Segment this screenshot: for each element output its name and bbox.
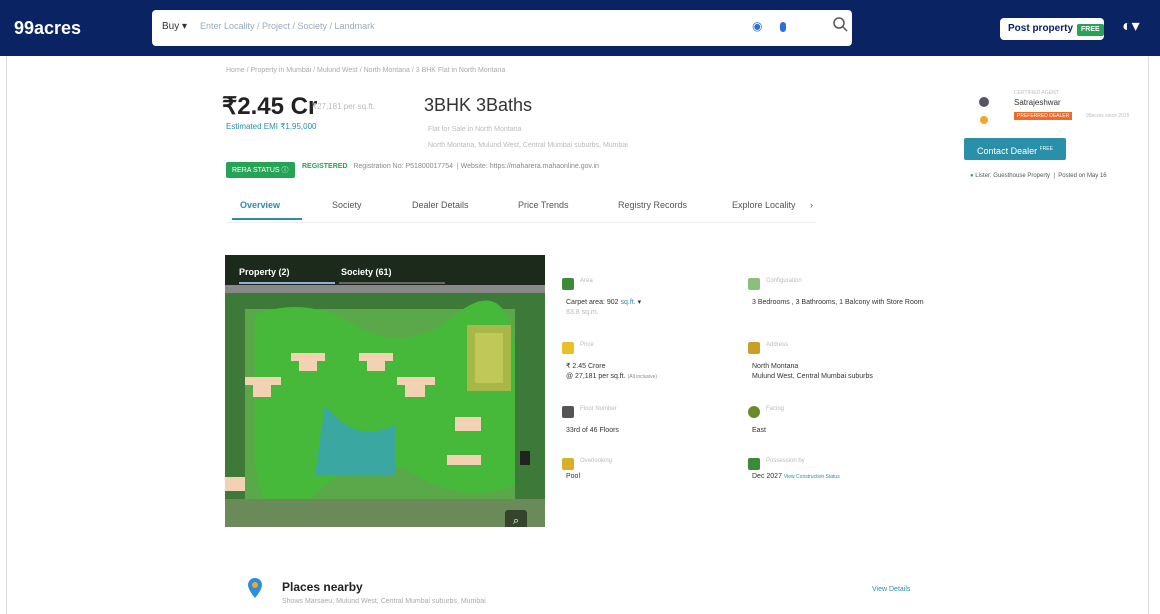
window-icon <box>562 458 574 470</box>
construction-status-link[interactable]: View Construction Status <box>784 474 840 480</box>
emi-link[interactable]: Estimated EMI ₹1.95,000 <box>226 122 316 131</box>
gallery-tab-property[interactable]: Property (2) <box>239 267 290 277</box>
tab-dealer-details[interactable]: Dealer Details <box>412 200 469 210</box>
dealer-avatar-icon <box>979 97 989 124</box>
post-property-button[interactable]: Post property FREE <box>1000 18 1104 40</box>
gallery-tab-society[interactable]: Society (61) <box>341 267 392 277</box>
bed-icon <box>748 278 760 290</box>
location-icon[interactable]: ◉ <box>752 19 762 33</box>
places-subtitle: Shows Marsaeu, Mulund West, Central Mumb… <box>282 598 486 605</box>
dealer-name[interactable]: Satrajeshwar <box>1014 98 1061 107</box>
floor-icon <box>562 406 574 418</box>
registration-info: REGISTERED Registration No: P51800017754… <box>302 163 599 170</box>
tab-price-trends[interactable]: Price Trends <box>518 200 569 210</box>
contact-dealer-button[interactable]: Contact Dealer FREE <box>964 138 1066 160</box>
verified-icon: ● <box>970 173 974 179</box>
map-pin-icon <box>248 578 262 598</box>
search-icon[interactable] <box>832 16 848 32</box>
active-tab-indicator <box>232 218 302 220</box>
places-title: Places nearby <box>282 580 363 594</box>
gallery-tab-indicator <box>239 282 335 284</box>
top-navbar: 99acres Buy ▾ Enter Locality / Project /… <box>0 0 1160 56</box>
property-details: Area Carpet area: 902 sq.ft. ▾ 83.8 sq.m.… <box>558 272 938 482</box>
mic-icon[interactable] <box>780 22 786 32</box>
price-tag-icon <box>562 342 574 354</box>
view-details-link[interactable]: View Details <box>872 586 910 593</box>
tab-explore-locality[interactable]: Explore Locality <box>732 200 796 210</box>
listing-price: ₹2.45 Cr <box>222 93 318 120</box>
zoom-icon[interactable]: ⌕ <box>505 510 527 527</box>
signpost-icon <box>748 342 760 354</box>
tab-registry-records[interactable]: Registry Records <box>618 200 687 210</box>
tab-overview[interactable]: Overview <box>240 200 280 210</box>
listing-title: 3BHK 3Baths <box>424 95 533 115</box>
area-icon <box>562 278 574 290</box>
tabs-divider <box>226 222 816 223</box>
site-plan-image <box>225 285 545 527</box>
calendar-icon <box>748 458 760 470</box>
left-divider <box>6 56 7 614</box>
tabs-next-arrow[interactable]: › <box>810 200 813 210</box>
rera-status-badge[interactable]: RERA STATUS ⓘ <box>226 162 295 178</box>
price-per-sqft: ₹27,181 per sq.ft. <box>312 102 375 111</box>
search-bar[interactable]: Buy ▾ Enter Locality / Project / Society… <box>152 10 852 46</box>
search-input[interactable]: Enter Locality / Project / Society / Lan… <box>200 21 375 31</box>
property-gallery[interactable]: Property (2) Society (61) ⌕ <box>225 255 545 527</box>
area-unit-selector[interactable]: sq.ft. <box>621 299 636 306</box>
breadcrumb[interactable]: Home / Property in Mumbai / Mulund West … <box>226 67 505 74</box>
site-logo[interactable]: 99acres <box>14 18 81 39</box>
tab-society[interactable]: Society <box>332 200 362 210</box>
right-divider <box>1148 56 1149 614</box>
user-account-icon[interactable]: ◐▾ <box>1122 16 1140 36</box>
free-badge: FREE <box>1077 24 1104 36</box>
preferred-dealer-badge: PREFERRED DEALER <box>1014 112 1073 120</box>
buy-dropdown[interactable]: Buy ▾ <box>162 21 187 32</box>
gallery-tab-line <box>339 282 445 284</box>
detail-tabs: Overview Society Dealer Details Price Tr… <box>226 200 816 222</box>
compass-icon <box>748 406 760 418</box>
listing-subtitle: Flat for Sale in North Montana North Mon… <box>428 126 628 149</box>
dealer-meta: ● Lister: Guesthouse Property | Posted o… <box>970 173 1107 179</box>
